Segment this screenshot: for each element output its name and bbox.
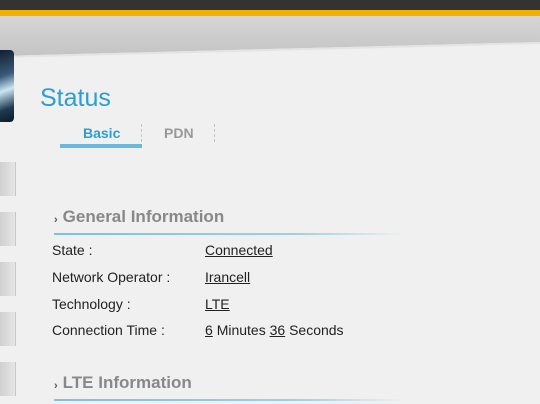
section-general-heading: › General Information [54,207,224,227]
logo-image [0,50,14,122]
section-lte-underline [54,399,404,401]
section-general-title: General Information [62,207,225,226]
section-lte-title: LTE Information [62,373,192,392]
page-title: Status [40,84,111,112]
section-lte-heading: › LTE Information [54,373,192,393]
state-value: Connected [205,242,273,258]
sidebar-tab-4[interactable] [0,312,16,346]
sidebar-tab-5[interactable] [0,362,16,396]
tab-basic[interactable]: Basic [83,125,120,141]
connection-seconds: 36 [269,322,286,338]
tab-active-underline [60,144,142,148]
section-general-underline [54,233,404,235]
network-operator-label: Network Operator : [52,269,171,285]
network-operator-value: Irancell [205,269,251,285]
connection-minutes: 6 [205,322,213,338]
tab-divider [214,124,215,142]
technology-value: LTE [205,296,230,312]
tab-pdn[interactable]: PDN [164,125,194,141]
sidebar-tab-1[interactable] [0,162,16,196]
tab-divider [141,124,142,142]
state-label: State : [52,242,93,258]
connection-time-label: Connection Time : [52,322,165,338]
connection-seconds-unit: Seconds [289,322,344,338]
connection-minutes-unit: Minutes [216,322,266,338]
chevron-right-icon: › [54,214,58,226]
sidebar-tab-3[interactable] [0,262,16,296]
technology-label: Technology : [52,296,131,312]
top-bar [0,0,540,10]
connection-time-value: 6 Minutes 36 Seconds [205,322,344,338]
header-slant-shape [0,42,540,60]
chevron-right-icon: › [54,380,58,392]
sidebar-tab-2[interactable] [0,212,16,246]
